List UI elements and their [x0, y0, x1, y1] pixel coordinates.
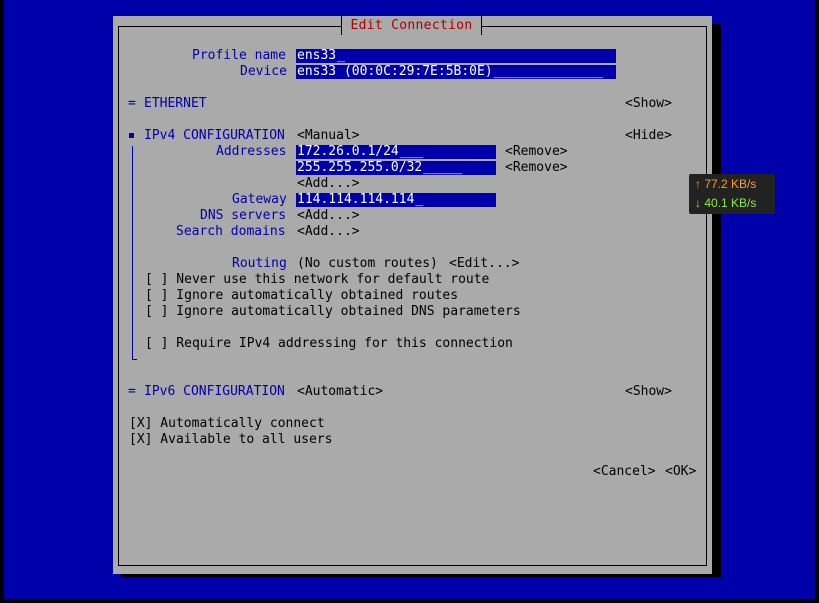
routing-value: (No custom routes) — [297, 256, 438, 271]
ipv6-marker: = — [128, 384, 136, 399]
profile-name-input[interactable]: ens33_ — [296, 49, 616, 63]
gateway-input[interactable]: 114.114.114.114_ — [296, 193, 496, 207]
routing-label: Routing — [232, 256, 287, 271]
ipv4-section-bracket-end — [132, 359, 137, 360]
search-domains-label: Search domains — [176, 224, 286, 239]
dialog-title: Edit Connection — [350, 18, 473, 33]
edit-connection-dialog: Edit Connection Profile name ens33_ Devi… — [113, 16, 712, 574]
dns-servers-label: DNS servers — [200, 208, 287, 223]
addresses-label: Addresses — [216, 144, 287, 159]
profile-name-label: Profile name — [192, 48, 286, 63]
address-input-2[interactable]: 255.255.255.0/32_____ — [296, 161, 496, 175]
require-ipv4-checkbox[interactable]: [ ] Require IPv4 addressing for this con… — [145, 336, 513, 352]
download-speed: ↓ 40.1 KB/s — [695, 196, 757, 210]
address-remove-button-2[interactable]: <Remove> — [505, 160, 568, 176]
ipv4-section-label: IPv4 CONFIGURATION — [144, 128, 285, 143]
device-input[interactable]: ens33 (00:0C:29:7E:5B:0E)______________ — [296, 65, 616, 79]
screen-edge-bottom — [0, 599, 819, 603]
search-domains-add-button[interactable]: <Add...> — [297, 224, 360, 240]
network-speed-widget: ↑ 77.2 KB/s ↓ 40.1 KB/s — [689, 174, 775, 214]
screen-edge-right — [815, 0, 819, 603]
ipv4-section-bracket — [132, 146, 133, 360]
cancel-button[interactable]: <Cancel> — [593, 464, 656, 480]
ethernet-section-label: ETHERNET — [144, 96, 207, 111]
dialog-title-box: Edit Connection — [341, 16, 482, 35]
ipv4-hide-button[interactable]: <Hide> — [625, 128, 672, 144]
ipv4-mode-select[interactable]: <Manual> — [297, 128, 360, 144]
ignore-routes-checkbox[interactable]: [ ] Ignore automatically obtained routes — [145, 288, 458, 304]
ipv4-section-marker — [129, 133, 134, 138]
ipv6-section-label: IPv6 CONFIGURATION — [144, 384, 285, 399]
routing-edit-button[interactable]: <Edit...> — [449, 256, 519, 272]
device-label: Device — [240, 64, 287, 79]
ipv6-mode-select[interactable]: <Automatic> — [297, 384, 383, 400]
ok-button[interactable]: <OK> — [665, 464, 696, 480]
never-default-route-checkbox[interactable]: [ ] Never use this network for default r… — [145, 272, 489, 288]
ethernet-show-button[interactable]: <Show> — [625, 96, 672, 112]
address-add-button[interactable]: <Add...> — [297, 176, 360, 192]
all-users-checkbox[interactable]: [X] Available to all users — [129, 432, 333, 448]
screen-edge-left — [0, 0, 4, 603]
address-input-1[interactable]: 172.26.0.1/24___ — [296, 145, 496, 159]
ignore-dns-checkbox[interactable]: [ ] Ignore automatically obtained DNS pa… — [145, 304, 521, 320]
ipv6-show-button[interactable]: <Show> — [625, 384, 672, 400]
dns-add-button[interactable]: <Add...> — [297, 208, 360, 224]
ethernet-marker: = — [128, 96, 136, 111]
gateway-label: Gateway — [232, 192, 287, 207]
address-remove-button-1[interactable]: <Remove> — [505, 144, 568, 160]
auto-connect-checkbox[interactable]: [X] Automatically connect — [129, 416, 325, 432]
upload-speed: ↑ 77.2 KB/s — [695, 177, 757, 191]
